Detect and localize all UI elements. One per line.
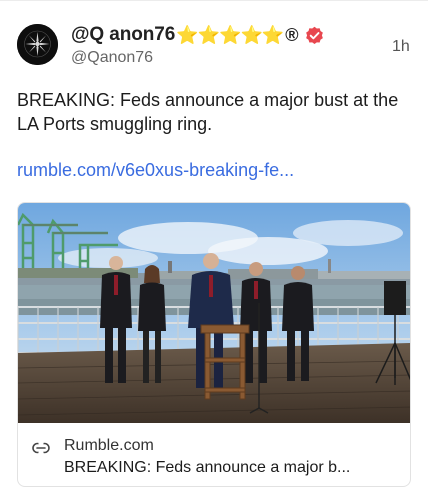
handle[interactable]: @Qanon76 xyxy=(71,49,153,67)
timestamp[interactable]: 1h xyxy=(392,38,410,56)
registered-mark: ® xyxy=(285,24,299,45)
post-link[interactable]: rumble.com/v6e0xus-breaking-fe... xyxy=(17,160,294,181)
avatar[interactable] xyxy=(17,24,58,65)
link-preview-footer[interactable]: Rumble.com BREAKING: Feds announce a maj… xyxy=(18,423,410,486)
post-text: BREAKING: Feds announce a major bust at … xyxy=(17,90,399,134)
post[interactable]: @Q anon76 ⭐⭐⭐⭐⭐ ® @Qanon76 1h BREAKING: … xyxy=(0,0,428,500)
link-icon xyxy=(32,441,50,454)
link-preview-card[interactable]: Rumble.com BREAKING: Feds announce a maj… xyxy=(17,202,411,487)
verified-badge-icon xyxy=(305,26,324,45)
link-preview-image[interactable] xyxy=(18,203,410,423)
link-title: BREAKING: Feds announce a major b... xyxy=(64,459,351,476)
link-domain: Rumble.com xyxy=(64,437,154,454)
star-emoji: ⭐⭐⭐⭐⭐ xyxy=(176,25,284,45)
display-name[interactable]: @Q anon76 xyxy=(71,24,175,46)
display-name-row[interactable]: @Q anon76 ⭐⭐⭐⭐⭐ ® xyxy=(71,24,324,46)
